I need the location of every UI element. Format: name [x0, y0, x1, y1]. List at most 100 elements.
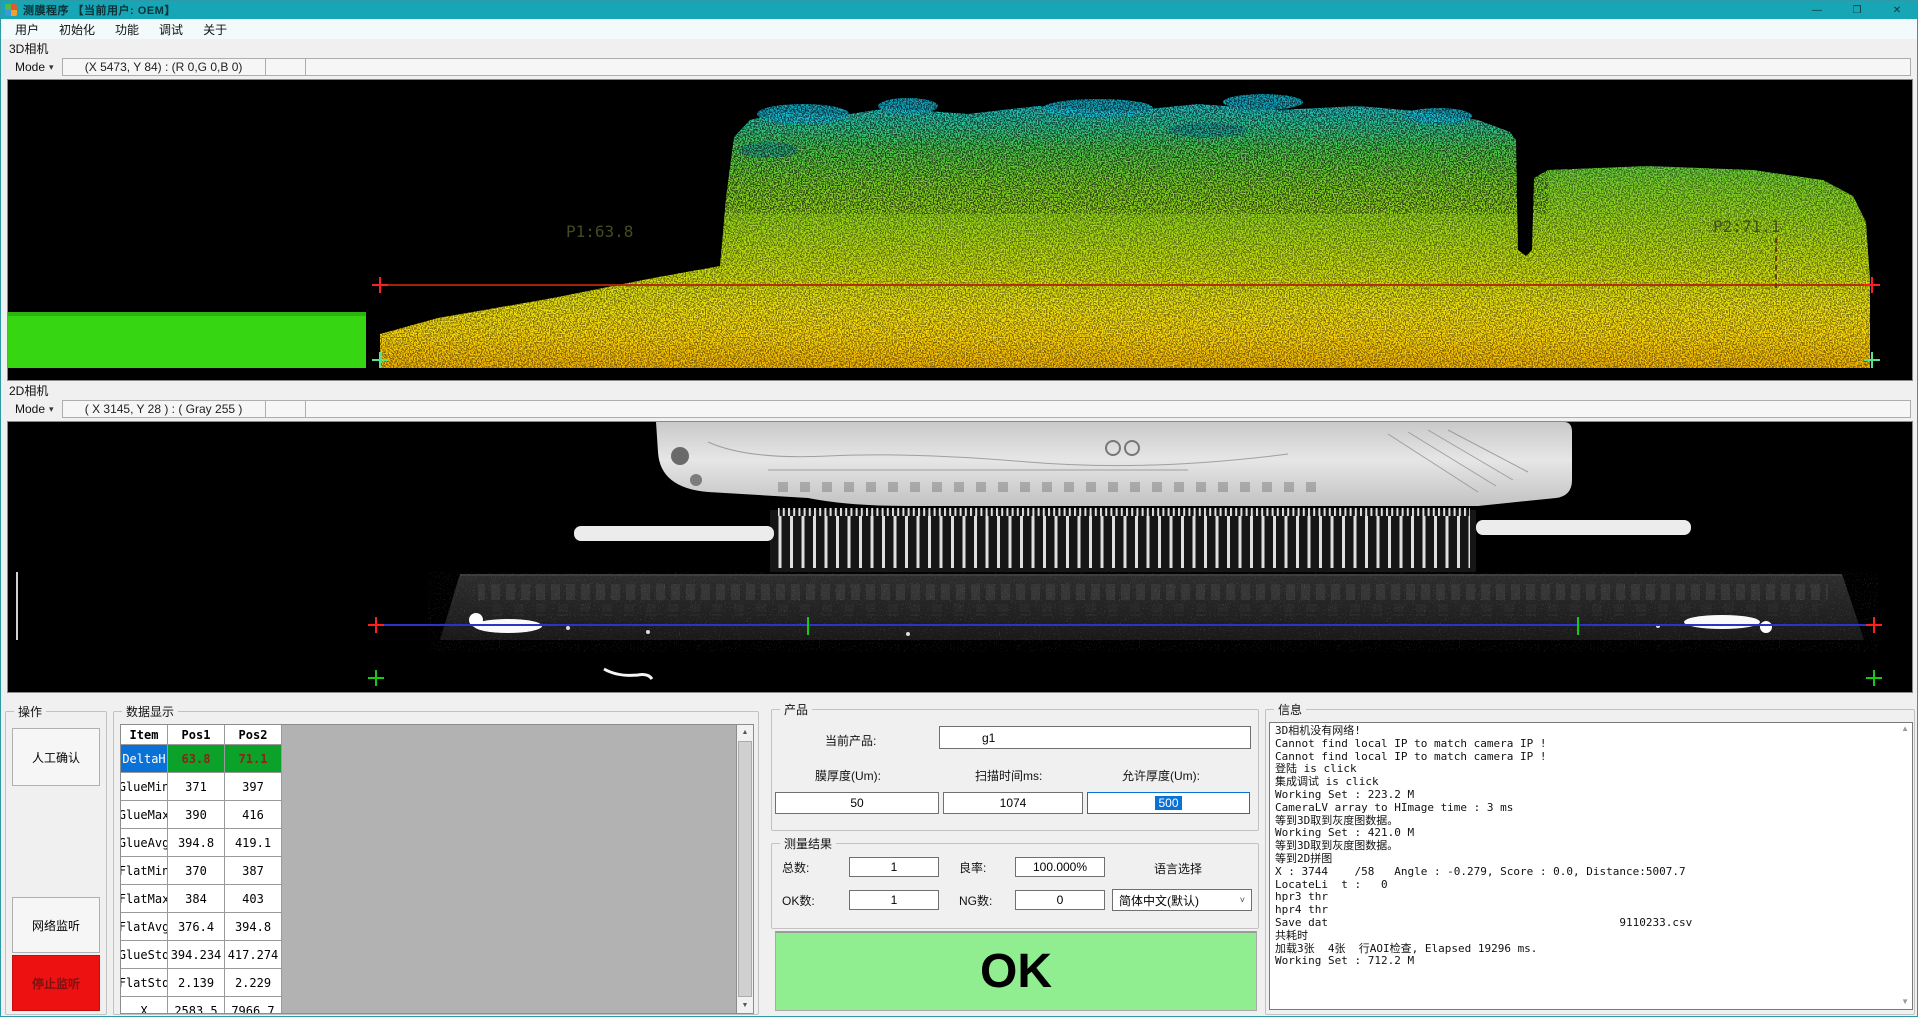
log-line-2: Cannot find local IP to match camera IP … — [1275, 751, 1896, 764]
camera3d-status-strip: (X 5473, Y 84) : (R 0,G 0,B 0) — [62, 58, 1911, 76]
menubar: 用户初始化功能调试关于 — [1, 19, 1917, 39]
total-label: 总数: — [782, 859, 809, 876]
camera2d-status-seg2 — [266, 400, 306, 418]
ok-count-field[interactable]: 1 — [849, 890, 939, 910]
restore-button[interactable]: ❐ — [1837, 1, 1877, 19]
log-line-5: Working Set : 223.2 M — [1275, 789, 1896, 802]
mode-button-label: Mode — [15, 60, 45, 74]
table-row-GlueStd[interactable]: GlueStd394.234417.274 — [121, 941, 753, 969]
row-label: DeltaH — [121, 745, 168, 773]
info-group-title: 信息 — [1274, 701, 1306, 718]
log-line-10: 等到2D拼图 — [1275, 853, 1896, 866]
table-row-FlatMax[interactable]: FlatMax384403 — [121, 885, 753, 913]
scan-time-input[interactable]: 1074 — [943, 792, 1083, 814]
film-thickness-input[interactable]: 50 — [775, 792, 939, 814]
camera3d-mode-button[interactable]: Mode ▾ — [7, 58, 60, 76]
log-line-0: 3D相机没有网络! — [1275, 725, 1896, 738]
3d-heightmap-image[interactable]: P1:63.8 P2:71.1 — [7, 79, 1913, 381]
info-group: 信息 3D相机没有网络!Cannot find local IP to matc… — [1265, 709, 1915, 1015]
network-listen-button[interactable]: 网络监听 — [12, 897, 100, 953]
titlebar: 测膜程序 【当前用户: OEM】 — ❐ ✕ — [1, 1, 1917, 19]
allowed-thickness-input[interactable]: 500 — [1087, 792, 1250, 814]
scroll-down-icon[interactable]: ▼ — [737, 998, 753, 1013]
row-value: 390 — [168, 801, 225, 829]
scan-time-label: 扫描时间ms: — [975, 767, 1042, 784]
language-select-label: 语言选择 — [1154, 860, 1202, 877]
data-display-group-title: 数据显示 — [122, 703, 178, 720]
row-value: 2583.5 — [168, 997, 225, 1014]
camera2d-mode-button[interactable]: Mode ▾ — [7, 400, 60, 418]
table-row-X[interactable]: X2583.57966.7 — [121, 997, 753, 1014]
language-dropdown[interactable]: 简体中文(默认) ˅ — [1112, 889, 1252, 911]
camera2d-status-strip: ( X 3145, Y 28 ) : ( Gray 255 ) — [62, 400, 1911, 418]
log-line-15: Save dat 9110233.csv — [1275, 917, 1896, 930]
row-label: X — [121, 997, 168, 1014]
table-row-FlatAvg[interactable]: FlatAvg376.4394.8 — [121, 913, 753, 941]
log-line-6: CameraLV array to HImage time : 3 ms — [1275, 802, 1896, 815]
ng-count-field[interactable]: 0 — [1015, 890, 1105, 910]
camera3d-status-seg3 — [306, 58, 1911, 76]
2d-grayscale-image[interactable] — [7, 421, 1913, 693]
close-button[interactable]: ✕ — [1877, 1, 1917, 19]
log-line-12: LocateLi t : 0 — [1275, 879, 1896, 892]
window-controls: — ❐ ✕ — [1797, 1, 1917, 19]
info-log[interactable]: 3D相机没有网络! Cannot find local IP to match c… — [1269, 722, 1913, 1010]
camera3d-pixel-status: (X 5473, Y 84) : (R 0,G 0,B 0) — [62, 58, 266, 76]
results-group: 测量结果 总数: 1 良率: 100.000% 语言选择 OK数: 1 NG数:… — [771, 843, 1259, 929]
scroll-down-icon[interactable]: ▼ — [1901, 997, 1909, 1006]
menu-item-0[interactable]: 用户 — [5, 19, 49, 40]
log-line-9: 等到3D取到灰度图数据。 — [1275, 840, 1896, 853]
stop-listen-button[interactable]: 停止监听 — [12, 955, 100, 1011]
row-label: GlueStd — [121, 941, 168, 969]
current-product-input[interactable]: g1 — [939, 726, 1251, 749]
scroll-up-icon[interactable]: ▲ — [1901, 724, 1909, 733]
3d-heightmap-canvas: P1:63.8 P2:71.1 — [8, 80, 1912, 380]
column-header-item: Item — [121, 725, 168, 745]
table-row-GlueMin[interactable]: GlueMin371397 — [121, 773, 753, 801]
row-value: 394.8 — [168, 829, 225, 857]
log-line-11: X : 3744 /58 Angle : -0.279, Score : 0.0… — [1275, 866, 1896, 879]
row-value: 7966.7 — [225, 997, 282, 1014]
row-value: 376.4 — [168, 913, 225, 941]
mode-button-label: Mode — [15, 402, 45, 416]
table-row-FlatStd[interactable]: FlatStd2.1392.229 — [121, 969, 753, 997]
row-value: 2.139 — [168, 969, 225, 997]
operations-group-title: 操作 — [14, 703, 46, 720]
menu-item-1[interactable]: 初始化 — [49, 19, 105, 40]
camera2d-pixel-status: ( X 3145, Y 28 ) : ( Gray 255 ) — [62, 400, 266, 418]
camera2d-toolbar: Mode ▾ ( X 3145, Y 28 ) : ( Gray 255 ) — [3, 397, 1915, 421]
row-value: 370 — [168, 857, 225, 885]
yield-field[interactable]: 100.000% — [1015, 857, 1105, 877]
data-display-group: 数据显示 ItemPos1Pos2DeltaH63.871.1GlueMin37… — [113, 711, 759, 1015]
product-group: 产品 当前产品: g1 膜厚度(Um): 扫描时间ms: 允许厚度(Um): 5… — [771, 709, 1259, 831]
row-value: 397 — [225, 773, 282, 801]
table-row-GlueMax[interactable]: GlueMax390416 — [121, 801, 753, 829]
measurement-table: ItemPos1Pos2DeltaH63.871.1GlueMin371397G… — [120, 724, 754, 1014]
app-icon — [5, 4, 17, 16]
row-value: 394.8 — [225, 913, 282, 941]
allowed-thickness-label: 允许厚度(Um): — [1122, 767, 1200, 784]
minimize-button[interactable]: — — [1797, 1, 1837, 19]
scroll-up-icon[interactable]: ▲ — [737, 725, 753, 740]
row-value: 403 — [225, 885, 282, 913]
manual-confirm-button[interactable]: 人工确认 — [12, 728, 100, 786]
menu-item-2[interactable]: 功能 — [105, 19, 149, 40]
menu-item-4[interactable]: 关于 — [193, 19, 237, 40]
film-thickness-label: 膜厚度(Um): — [815, 767, 881, 784]
column-header-pos2: Pos2 — [225, 725, 282, 745]
row-label: FlatMin — [121, 857, 168, 885]
product-group-title: 产品 — [780, 701, 812, 718]
table-scrollbar[interactable]: ▲ ▼ — [736, 725, 753, 1013]
app-window: 测膜程序 【当前用户: OEM】 — ❐ ✕ 用户初始化功能调试关于 3D相机 … — [0, 0, 1918, 1017]
table-row-DeltaH[interactable]: DeltaH63.871.1 — [121, 745, 753, 773]
menu-item-3[interactable]: 调试 — [149, 19, 193, 40]
ok-count-label: OK数: — [782, 892, 815, 909]
operations-group: 操作 人工确认 网络监听 停止监听 — [5, 711, 107, 1015]
total-count-field[interactable]: 1 — [849, 857, 939, 877]
table-row-FlatMin[interactable]: FlatMin370387 — [121, 857, 753, 885]
log-line-13: hpr3 thr — [1275, 891, 1896, 904]
table-row-GlueAvg[interactable]: GlueAvg394.8419.1 — [121, 829, 753, 857]
window-title: 测膜程序 【当前用户: OEM】 — [23, 2, 176, 18]
scrollbar-thumb[interactable] — [738, 741, 752, 997]
row-value: 417.274 — [225, 941, 282, 969]
